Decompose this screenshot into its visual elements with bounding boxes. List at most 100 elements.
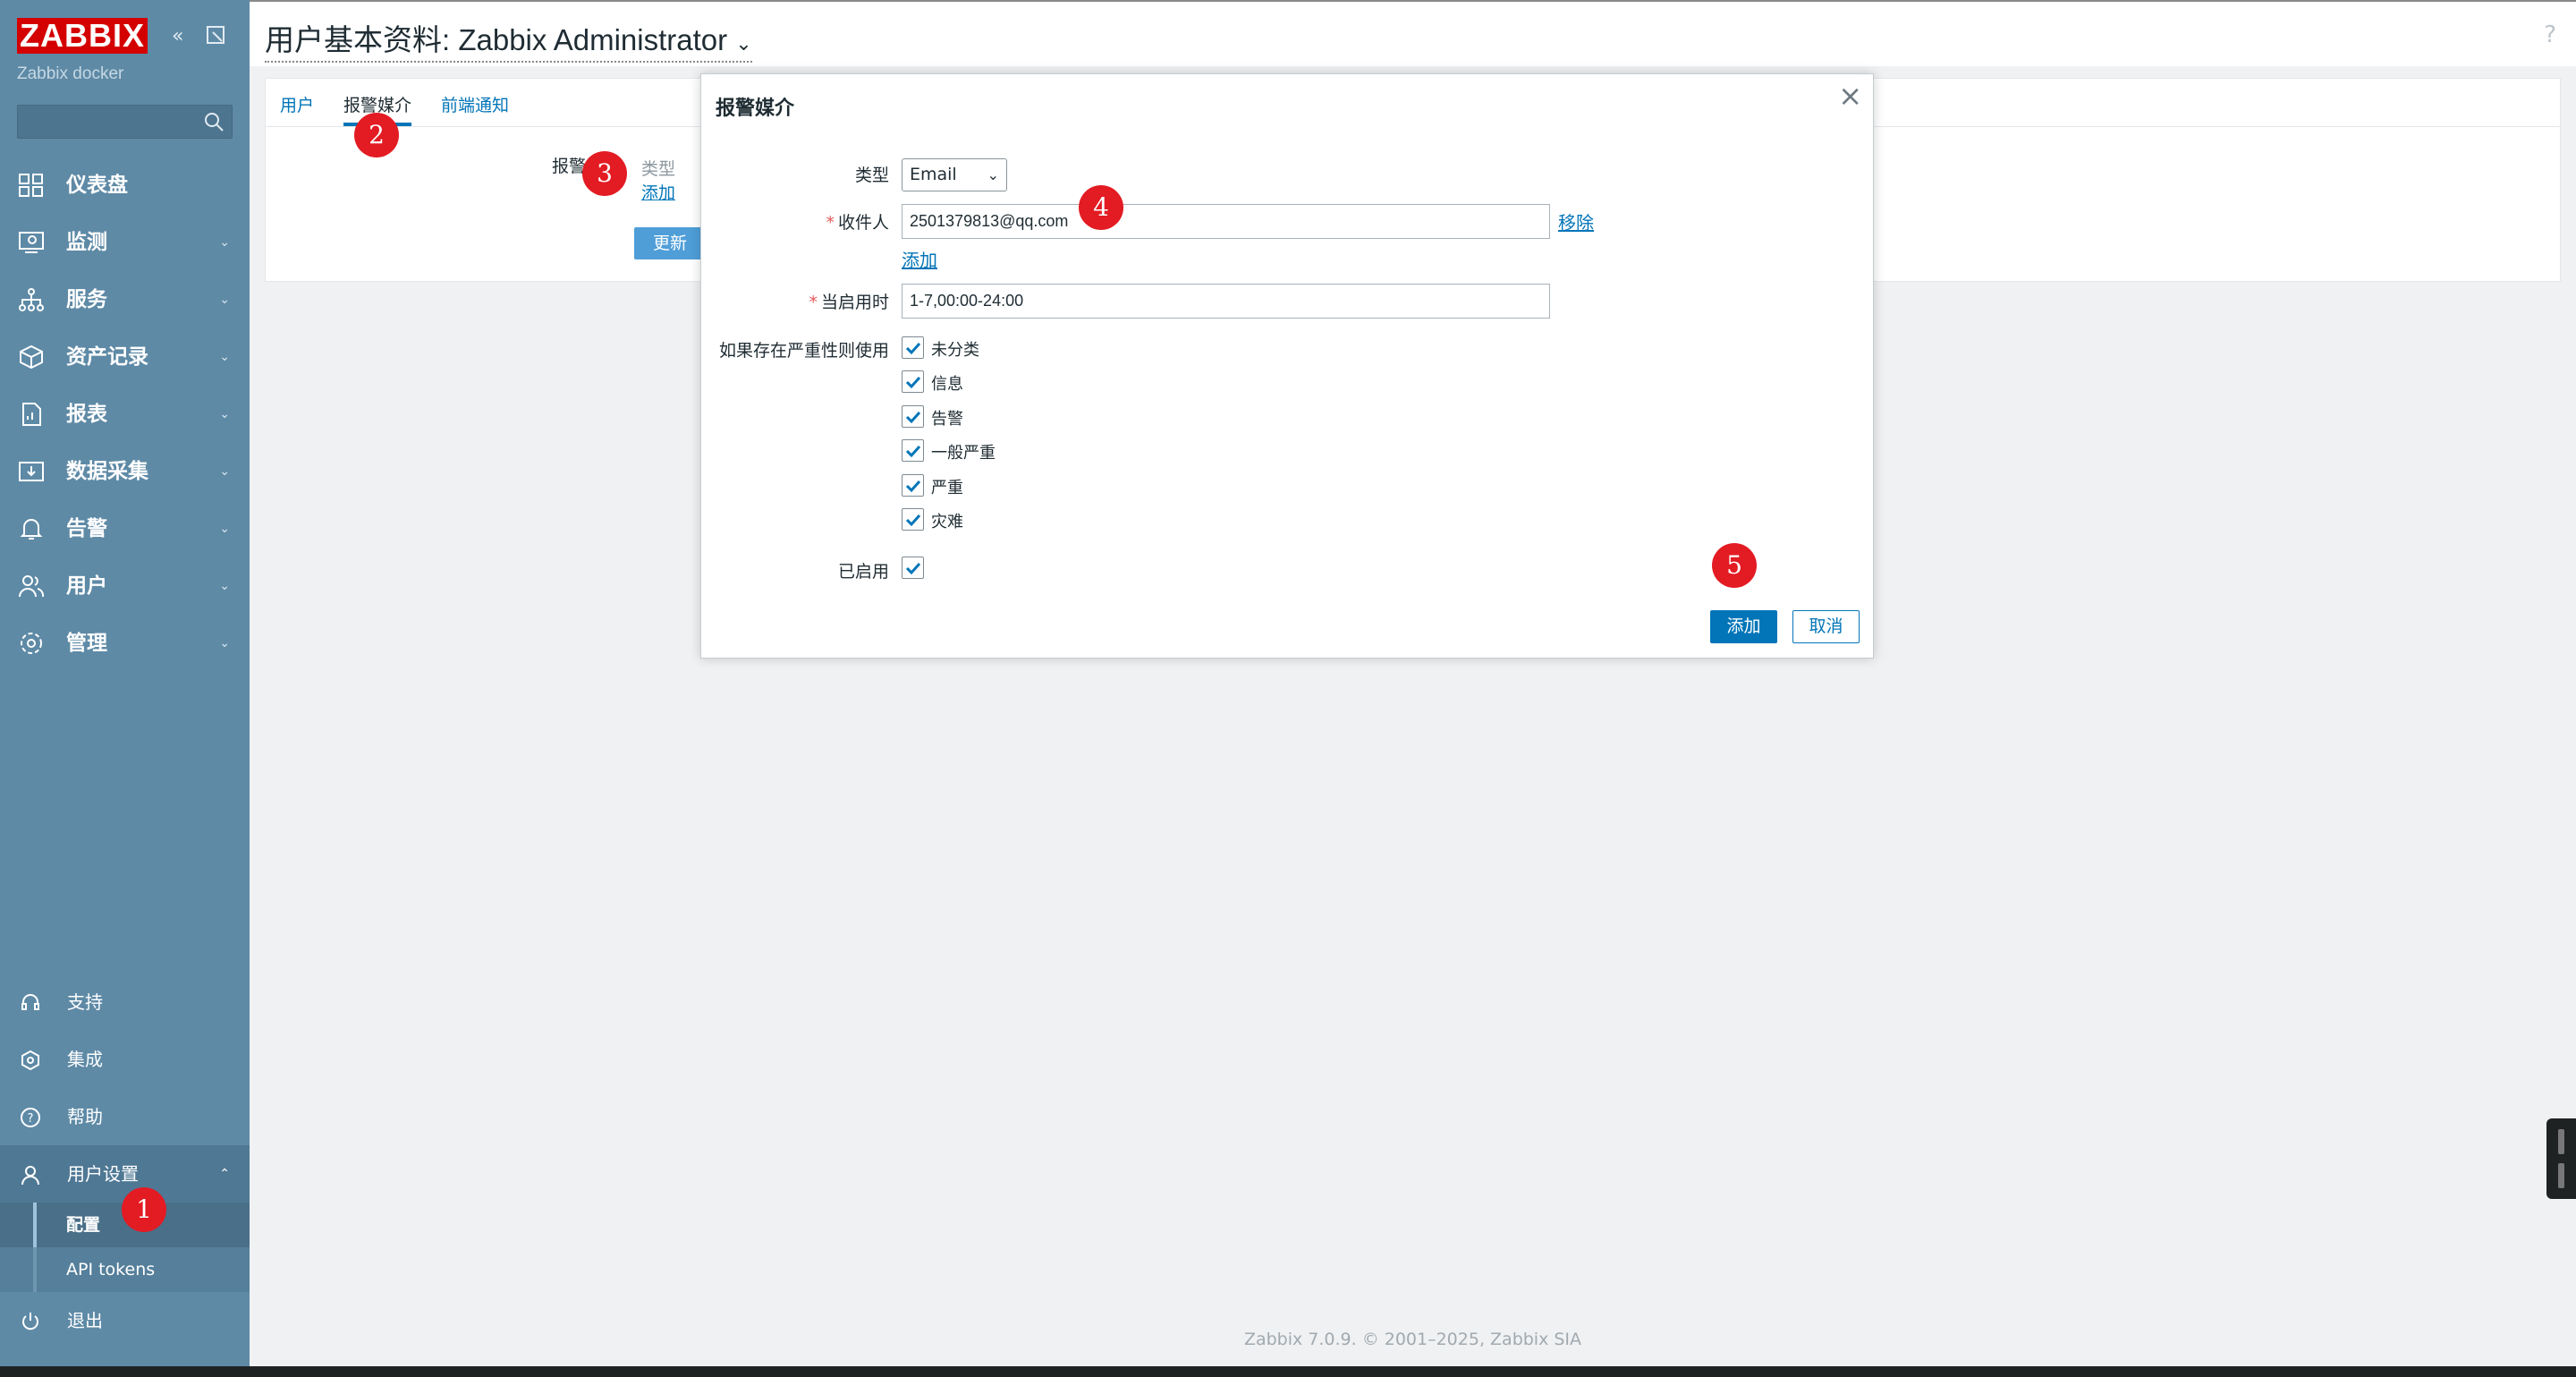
step-badge-3: 3	[582, 151, 627, 196]
chevron-down-icon: ⌄	[987, 166, 999, 183]
submenu-item-api-tokens[interactable]: API tokens	[0, 1247, 250, 1292]
menu-item-users[interactable]: 用户 ⌄	[0, 557, 250, 615]
cancel-button[interactable]: 取消	[1792, 610, 1860, 643]
enabled-checkbox[interactable]	[902, 557, 924, 579]
media-table-header-type: 类型	[641, 159, 676, 179]
update-button[interactable]: 更新	[634, 227, 706, 259]
check-icon	[905, 480, 921, 493]
menu-item-label: 告警	[66, 517, 107, 540]
menu-item-label: 用户	[66, 574, 107, 598]
chevron-down-icon: ⌄	[219, 350, 230, 364]
step-badge-2: 2	[354, 113, 399, 157]
add-sendto-link[interactable]: 添加	[902, 246, 937, 272]
menu-item-label: 退出	[67, 1310, 103, 1331]
chevron-down-icon: ⌄	[219, 579, 230, 593]
close-icon[interactable]: ×	[1838, 78, 1862, 114]
menu-item-user-settings[interactable]: 用户设置 ⌃	[0, 1145, 250, 1203]
sidebar: ZABBIX « Zabbix docker 仪表盘 监测 ⌄ 服务 ⌄ 资产记…	[0, 0, 250, 1366]
collapse-sidebar-icon[interactable]: «	[172, 25, 183, 47]
menu-item-label: 支持	[67, 991, 103, 1013]
page-title-text: 用户基本资料: Zabbix Administrator	[265, 23, 728, 56]
severity-label-text: 信息	[931, 375, 963, 394]
when-active-input[interactable]: 1-7,00:00-24:00	[902, 284, 1550, 319]
headset-icon	[21, 994, 39, 1010]
media-dialog: 报警媒介 × 类型 Email ⌄ * 收件人 2501379813@qq.com…	[700, 73, 1874, 659]
check-icon	[905, 342, 921, 355]
zabbix-logo[interactable]: ZABBIX	[17, 18, 148, 54]
chevron-down-icon: ⌄	[219, 293, 230, 307]
menu-item-alerts[interactable]: 告警 ⌄	[0, 500, 250, 557]
menu-item-administration[interactable]: 管理 ⌄	[0, 615, 250, 672]
page-footer: Zabbix 7.0.9. © 2001–2025, Zabbix SIA	[1243, 1330, 1582, 1349]
checkbox[interactable]	[902, 439, 924, 462]
sendto-label-text: 收件人	[837, 213, 889, 233]
search-icon[interactable]	[203, 111, 225, 132]
menu-item-signout[interactable]: 退出	[0, 1292, 250, 1349]
server-name: Zabbix docker	[17, 64, 124, 83]
bell-icon	[20, 519, 43, 540]
menu-item-label: 数据采集	[66, 460, 148, 483]
tab-frontend-notifications[interactable]: 前端通知	[441, 92, 509, 116]
data-collection-icon	[19, 462, 44, 481]
menu-item-reports[interactable]: 报表 ⌄	[0, 386, 250, 443]
tab-user[interactable]: 用户	[280, 92, 314, 116]
services-icon	[19, 288, 44, 311]
help-circle-icon: ?	[21, 1108, 40, 1127]
remove-sendto-link[interactable]: 移除	[1558, 208, 1594, 234]
chevron-up-icon: ⌃	[219, 1167, 230, 1181]
severity-label: 如果存在严重性则使用	[718, 341, 889, 361]
severity-label-text: 未分类	[931, 341, 979, 360]
menu-item-services[interactable]: 服务 ⌄	[0, 271, 250, 328]
menu-item-label: 资产记录	[66, 345, 148, 369]
step-badge-4: 4	[1079, 185, 1123, 230]
media-type-value: Email	[910, 165, 957, 184]
power-icon	[22, 1313, 38, 1330]
bottom-menu: 支持 集成 ? 帮助 用户设置 ⌃ 配置 API tokens 退出	[0, 973, 250, 1349]
monitoring-icon	[19, 232, 44, 253]
check-icon	[905, 562, 921, 575]
severity-label-text: 灾难	[931, 513, 963, 531]
checkbox[interactable]	[902, 474, 924, 497]
check-icon	[905, 376, 921, 389]
menu-item-label: 服务	[66, 288, 107, 311]
add-media-link[interactable]: 添加	[641, 180, 675, 204]
dialog-title: 报警媒介	[716, 98, 795, 120]
handle-grip	[2558, 1163, 2564, 1188]
check-icon	[905, 514, 921, 527]
svg-text:?: ?	[28, 1112, 34, 1126]
checkbox[interactable]	[902, 370, 924, 393]
chevron-down-icon: ⌄	[219, 522, 230, 536]
chevron-down-icon: ⌄	[219, 407, 230, 421]
check-icon	[905, 445, 921, 458]
menu-item-support[interactable]: 支持	[0, 973, 250, 1031]
when-active-label: * 当启用时	[809, 293, 889, 312]
kiosk-mode-icon[interactable]	[206, 25, 225, 50]
taskbar	[0, 1366, 2576, 1377]
side-panel-handle[interactable]	[2546, 1118, 2576, 1199]
severity-label-text: 严重	[931, 479, 963, 497]
enabled-label: 已启用	[837, 562, 889, 582]
menu-item-dashboard[interactable]: 仪表盘	[0, 157, 250, 214]
sendto-input[interactable]: 2501379813@qq.com	[902, 204, 1550, 239]
checkbox[interactable]	[902, 405, 924, 428]
severity-label-text: 一般严重	[931, 444, 996, 463]
when-active-label-text: 当启用时	[820, 293, 889, 312]
sidebar-search-input[interactable]	[17, 105, 233, 139]
menu-item-inventory[interactable]: 资产记录 ⌄	[0, 328, 250, 386]
menu-item-data-collection[interactable]: 数据采集 ⌄	[0, 443, 250, 500]
checkbox[interactable]	[902, 336, 924, 359]
checkbox[interactable]	[902, 508, 924, 531]
page-title[interactable]: 用户基本资料: Zabbix Administrator ⌄	[265, 16, 752, 63]
menu-item-integrations[interactable]: 集成	[0, 1031, 250, 1088]
main-menu: 仪表盘 监测 ⌄ 服务 ⌄ 资产记录 ⌄ 报表 ⌄ 数据采集 ⌄ 告警 ⌄ 用户…	[0, 157, 250, 672]
add-button[interactable]: 添加	[1710, 610, 1777, 643]
chevron-down-icon: ⌄	[735, 32, 752, 55]
help-icon[interactable]: ?	[2544, 21, 2556, 48]
menu-item-label: 管理	[66, 632, 107, 655]
media-type-select[interactable]: Email ⌄	[902, 158, 1007, 191]
chevron-down-icon: ⌄	[219, 235, 230, 250]
inventory-icon	[20, 344, 43, 370]
step-badge-1: 1	[122, 1187, 166, 1232]
menu-item-help[interactable]: ? 帮助	[0, 1088, 250, 1145]
menu-item-monitoring[interactable]: 监测 ⌄	[0, 214, 250, 271]
